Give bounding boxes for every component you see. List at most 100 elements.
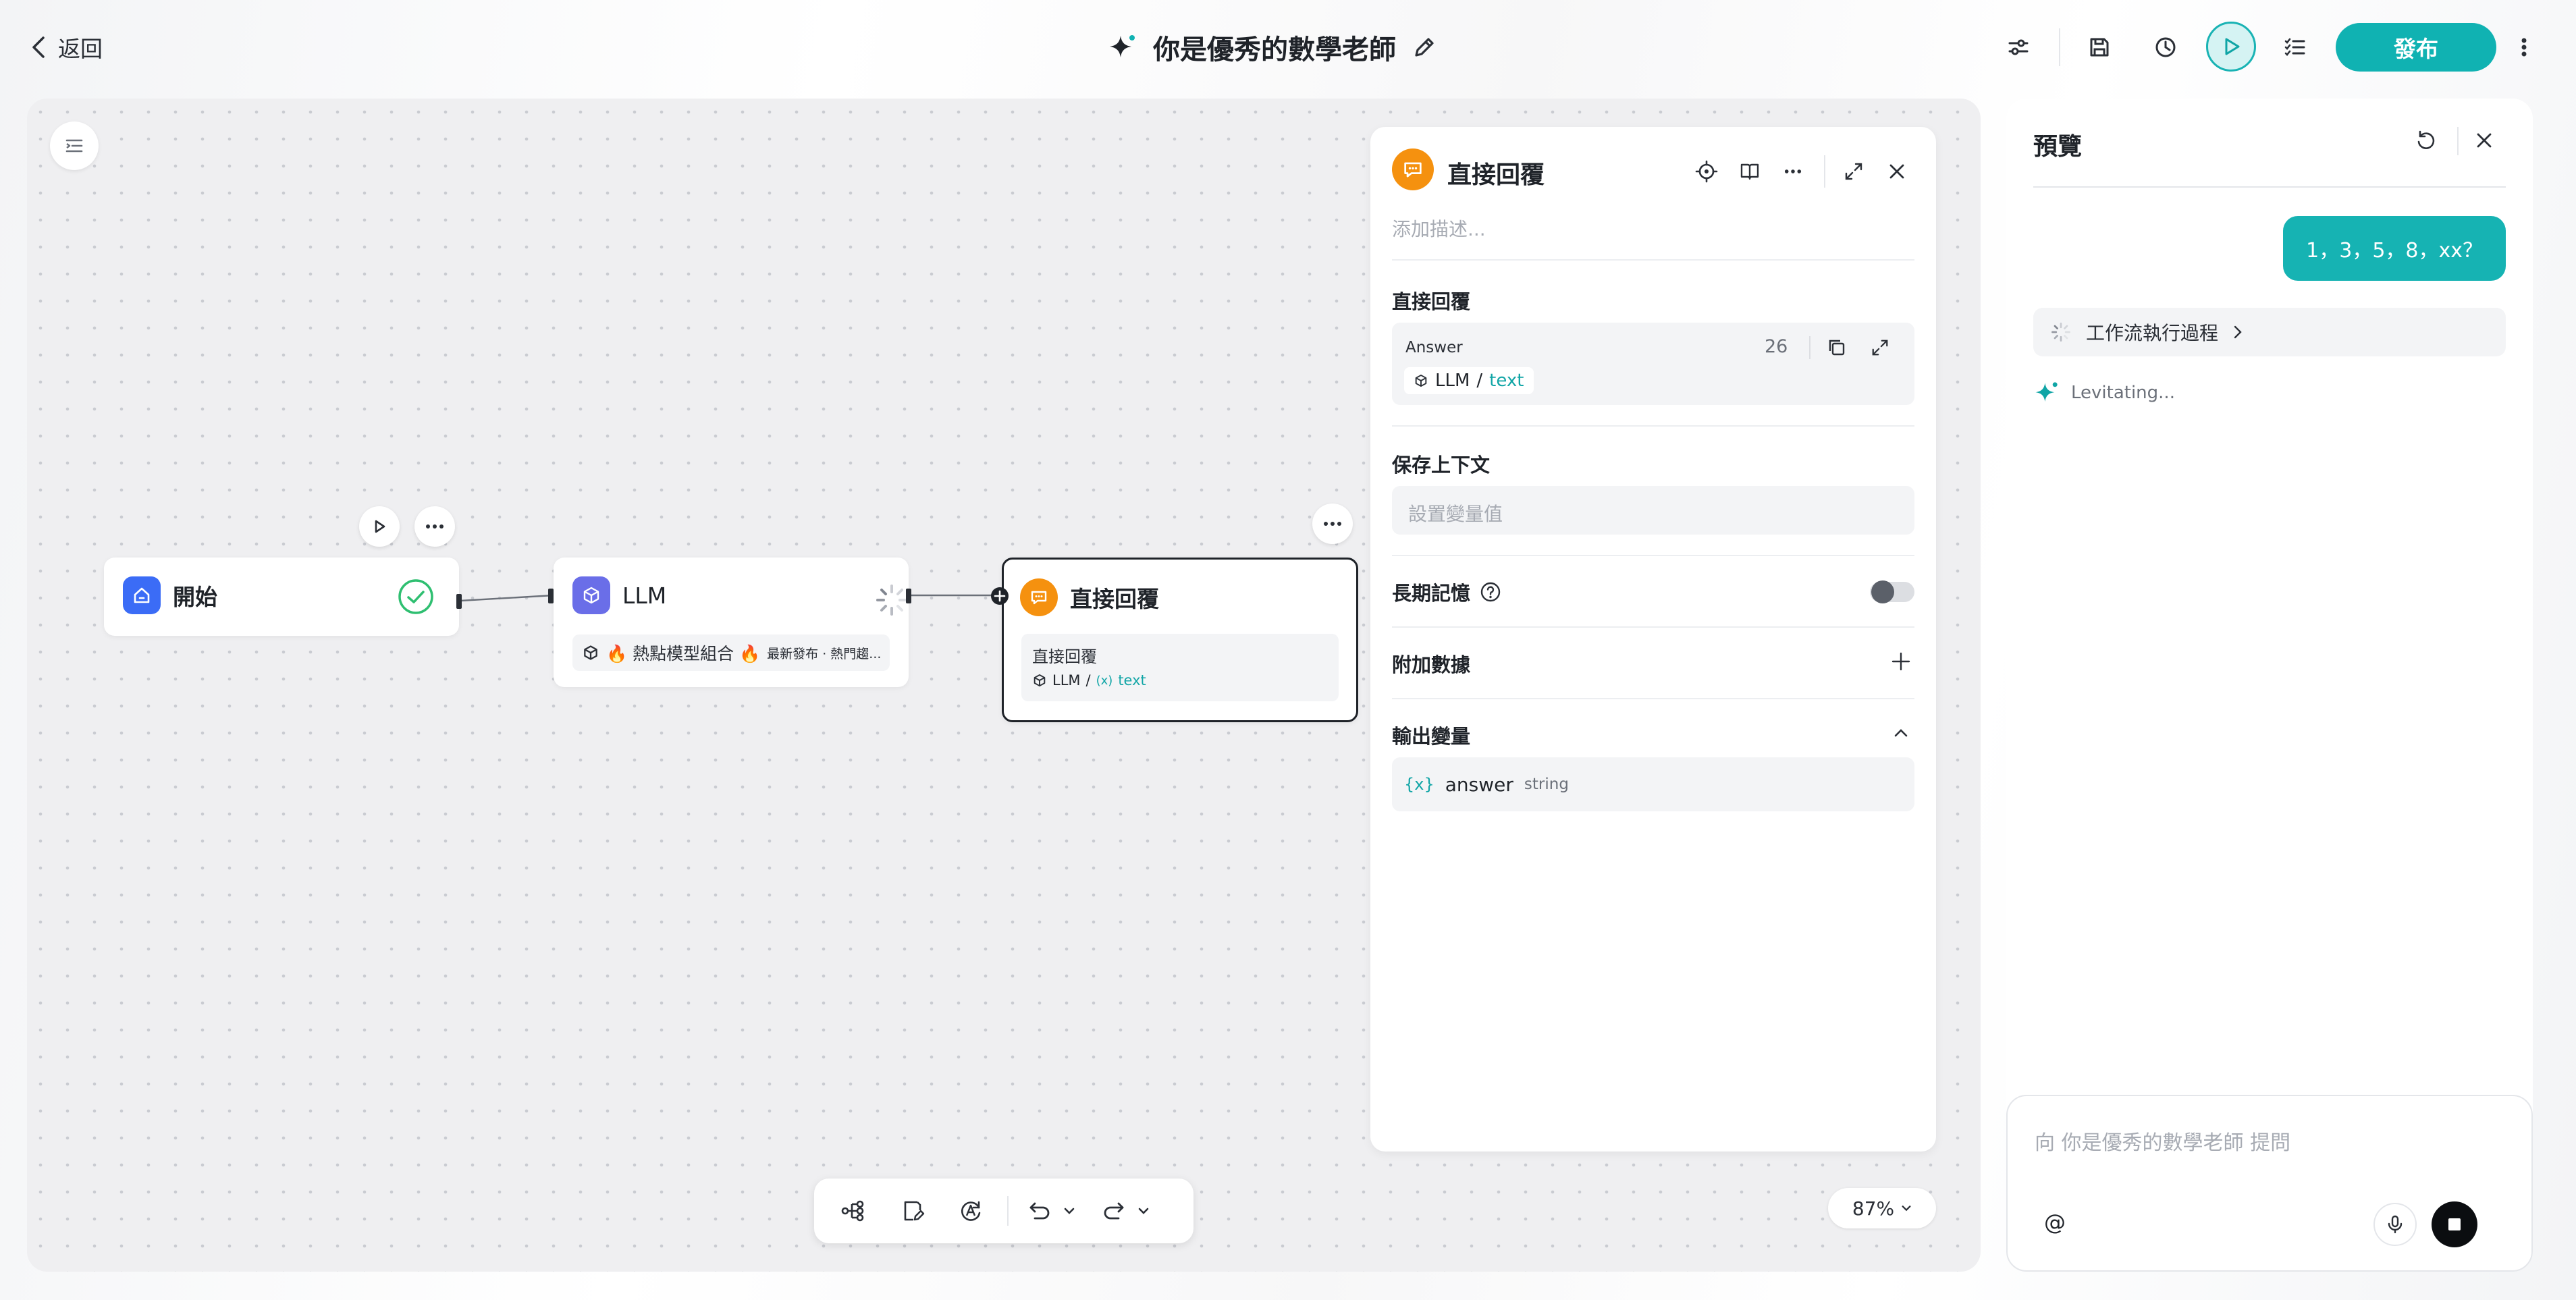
- answer-node-header: 直接回覆: [1020, 578, 1159, 616]
- play-icon: [2225, 38, 2240, 55]
- loading-spinner-icon: [2051, 323, 2070, 342]
- node-more-button[interactable]: [414, 506, 455, 547]
- mention-button[interactable]: @: [2044, 1210, 2066, 1235]
- chat-bubble-icon: [1392, 148, 1434, 190]
- loading-spinner-icon: [876, 585, 907, 616]
- node-config-panel: 直接回覆 添加描述... 直接回覆 Answer 26 LLM / text 保…: [1370, 127, 1936, 1152]
- microphone-icon: [2388, 1215, 2403, 1234]
- clock-icon: [2155, 37, 2176, 57]
- cube-icon: [1415, 374, 1427, 387]
- close-panel-button[interactable]: [1883, 158, 1910, 185]
- preview-header-divider: [2457, 127, 2459, 155]
- restart-button[interactable]: [2411, 126, 2441, 155]
- auto-arrange-icon: [961, 1201, 981, 1221]
- answer-node-title: 直接回覆: [1070, 586, 1159, 612]
- voice-input-button[interactable]: [2373, 1203, 2417, 1246]
- close-preview-button[interactable]: [2469, 126, 2499, 155]
- undo-button[interactable]: [1019, 1191, 1060, 1231]
- add-node-button[interactable]: [833, 1191, 874, 1231]
- undo-icon: [1029, 1202, 1050, 1220]
- workflow-process-label: 工作流執行過程: [2086, 322, 2219, 344]
- panel-more-button[interactable]: [1779, 158, 1806, 185]
- zoom-control[interactable]: 87%: [1828, 1188, 1936, 1228]
- node-more-button[interactable]: [1312, 504, 1353, 544]
- more-horizontal-icon: [1784, 169, 1802, 173]
- llm-model-chip[interactable]: 🔥 熱點模型組合 🔥 最新發布 · 熱門趨...: [572, 634, 890, 671]
- locate-node-button[interactable]: [1693, 158, 1720, 185]
- save-icon: [2090, 38, 2109, 57]
- output-var-type: string: [1524, 776, 1569, 793]
- expand-panel-button[interactable]: [1840, 158, 1867, 185]
- llm-model-tag: 最新發布 · 熱門趨...: [767, 646, 882, 661]
- answer-node[interactable]: 直接回覆 直接回覆 LLM / (x) text: [1002, 558, 1358, 722]
- chevron-right-icon: [2234, 325, 2242, 339]
- redo-button[interactable]: [1094, 1191, 1134, 1231]
- memory-row: 長期記憶: [1392, 578, 1501, 606]
- preview-divider: [2033, 186, 2506, 188]
- context-variable-input[interactable]: 設置變量值: [1392, 486, 1914, 535]
- expand-icon: [1872, 340, 1888, 356]
- add-note-button[interactable]: [892, 1191, 933, 1231]
- redo-history-dropdown[interactable]: [1134, 1201, 1153, 1220]
- llm-node[interactable]: LLM 🔥 熱點模型組合 🔥 最新發布 · 熱門趨...: [554, 558, 909, 687]
- add-extra-data-button[interactable]: [1887, 648, 1914, 675]
- chevron-left-icon: [32, 36, 45, 58]
- more-horizontal-icon: [426, 524, 444, 529]
- llm-input-port[interactable]: [548, 589, 554, 603]
- llm-output-port[interactable]: [906, 589, 911, 603]
- chevron-up-icon: [1894, 729, 1908, 737]
- panel-title: 直接回覆: [1447, 161, 1545, 189]
- panel-divider: [1392, 425, 1914, 427]
- checklist-button[interactable]: [2275, 27, 2315, 67]
- variable-source: LLM: [1435, 371, 1470, 391]
- close-icon: [2477, 133, 2492, 148]
- undo-history-dropdown[interactable]: [1060, 1201, 1079, 1220]
- expand-editor-button[interactable]: [1867, 335, 1893, 360]
- play-icon: [375, 520, 385, 533]
- cube-icon: [584, 645, 597, 660]
- settings-sliders-button[interactable]: [1998, 27, 2039, 67]
- answer-editor[interactable]: Answer 26 LLM / text: [1392, 323, 1914, 405]
- preview-panel: 預覽 1，3，5，8，xx？ 工作流執行過程 Levitating... 向 你…: [2006, 99, 2533, 1272]
- workflow-canvas[interactable]: 開始 LLM 🔥 熱點模型組合 🔥 最新發布 · 熱門趨... 直接回覆 直接回…: [27, 99, 1981, 1272]
- copy-button[interactable]: [1824, 335, 1850, 360]
- stop-generation-button[interactable]: [2432, 1201, 2477, 1247]
- workflow-branch-icon: [841, 1200, 864, 1222]
- run-preview-button[interactable]: [2206, 22, 2256, 72]
- answer-node-body: 直接回覆 LLM / (x) text: [1021, 634, 1339, 701]
- editor-divider: [1809, 336, 1810, 359]
- variable-tag[interactable]: LLM / text: [1404, 367, 1534, 394]
- preview-title: 預覽: [2033, 133, 2083, 161]
- back-button[interactable]: 返回: [30, 31, 103, 63]
- help-circle-icon[interactable]: [1480, 581, 1501, 603]
- description-input[interactable]: 添加描述...: [1392, 215, 1486, 242]
- cube-icon: [1034, 674, 1046, 687]
- history-button[interactable]: [2145, 27, 2186, 67]
- start-output-port[interactable]: [456, 594, 462, 609]
- memory-toggle[interactable]: [1870, 580, 1914, 603]
- redo-icon: [1104, 1202, 1124, 1220]
- start-node-title: 開始: [173, 584, 217, 610]
- back-label: 返回: [58, 36, 103, 62]
- edit-pencil-icon[interactable]: [1411, 34, 1438, 61]
- chat-input[interactable]: 向 你是優秀的數學老師 提問: [2035, 1126, 2290, 1156]
- docs-button[interactable]: [1736, 158, 1763, 185]
- sparkle-icon: [1110, 35, 1135, 57]
- home-icon: [123, 576, 161, 614]
- more-menu-button[interactable]: [2514, 31, 2534, 63]
- auto-layout-button[interactable]: [950, 1191, 991, 1231]
- zoom-level: 87%: [1852, 1197, 1895, 1220]
- start-node[interactable]: 開始: [104, 558, 459, 636]
- save-button[interactable]: [2079, 27, 2120, 67]
- panel-divider: [1392, 626, 1914, 628]
- canvas-toolbar: [814, 1179, 1193, 1243]
- workflow-process-bar[interactable]: 工作流執行過程: [2033, 308, 2506, 356]
- output-section-label: 輸出變量: [1392, 725, 1471, 748]
- answer-node-var-source: LLM: [1052, 672, 1081, 688]
- publish-button[interactable]: 發布: [2336, 23, 2496, 72]
- toggle-knob: [1871, 580, 1894, 603]
- run-node-button[interactable]: [359, 506, 400, 547]
- answer-node-body-label: 直接回覆: [1032, 647, 1097, 666]
- add-node-plus-icon[interactable]: [990, 586, 1010, 606]
- collapse-output-button[interactable]: [1890, 722, 1912, 744]
